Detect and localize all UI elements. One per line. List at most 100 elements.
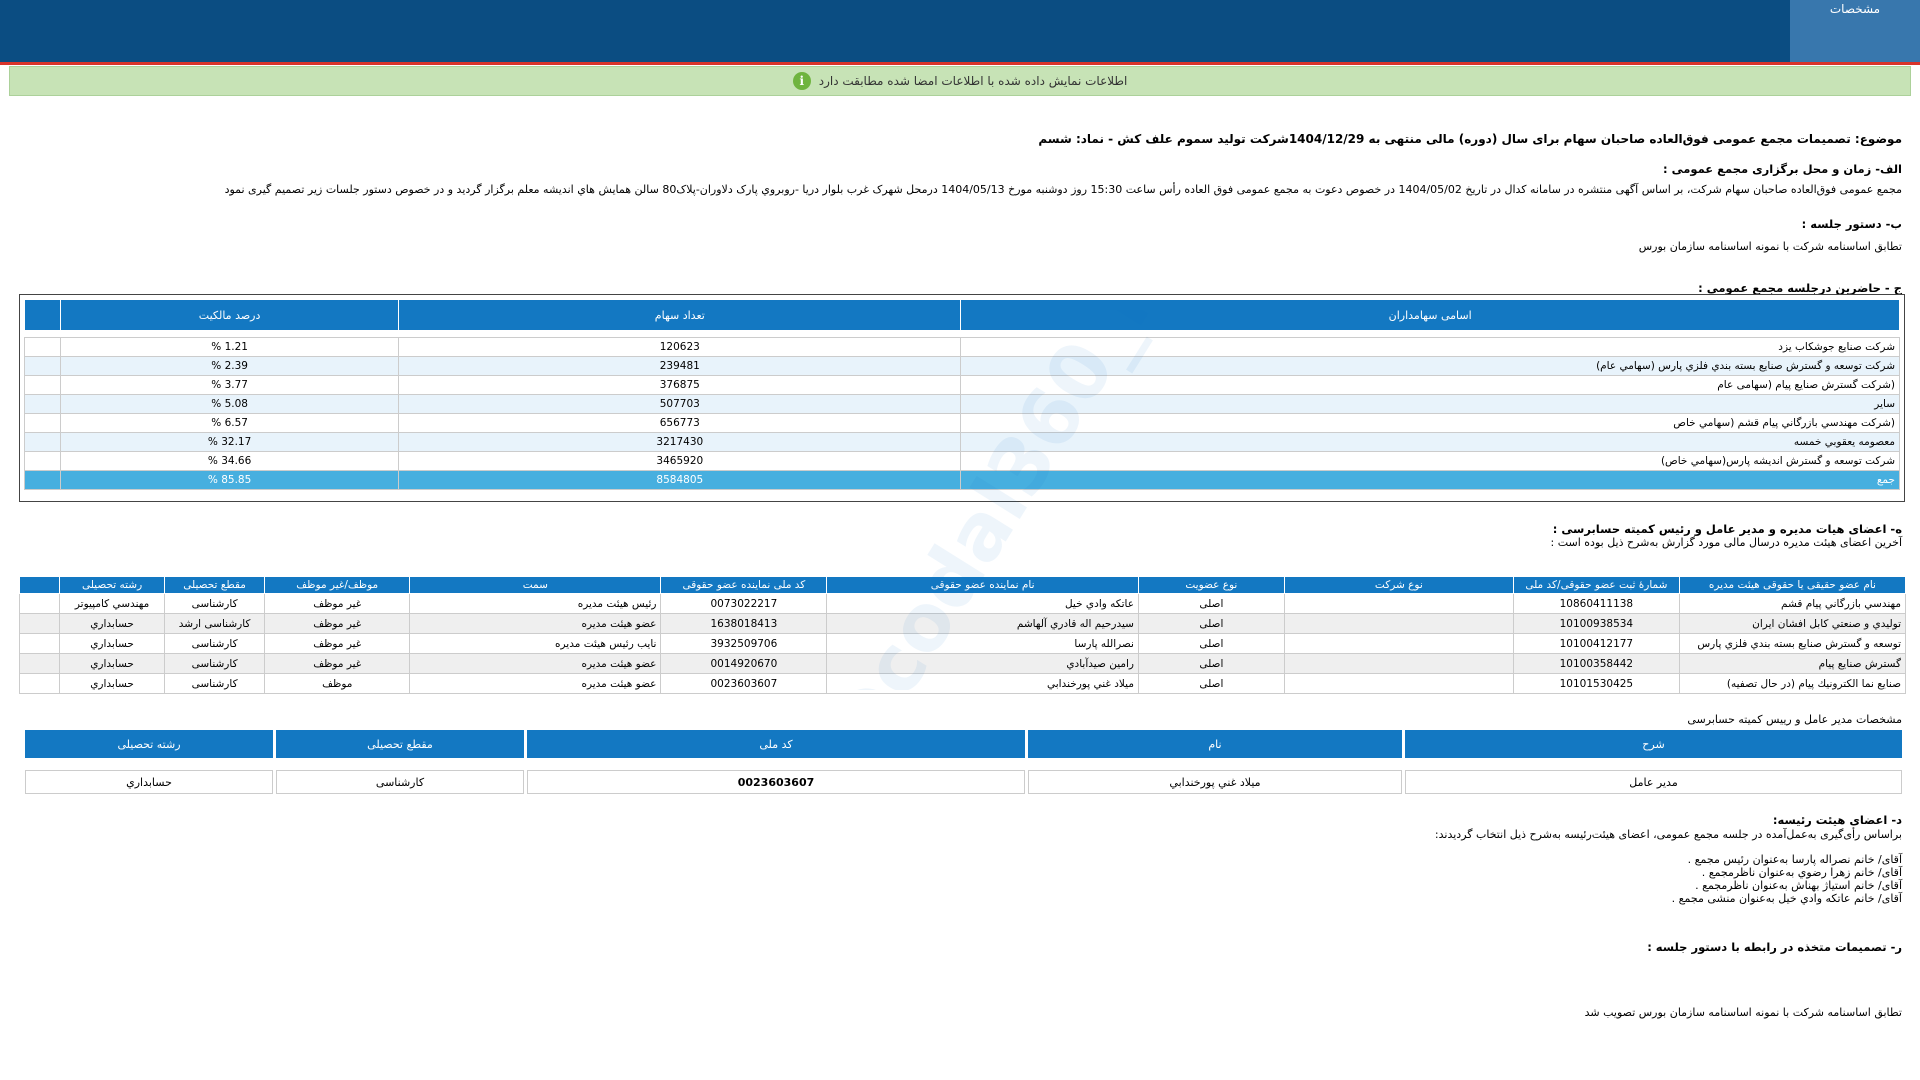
company-type [1283,673,1514,694]
executive-status: غیر موظف [264,593,411,614]
position: عضو هیئت مدیره [409,653,662,674]
table-row: (شرکت گسترش صنايع پيام (سهامی عام 376875… [24,375,1900,395]
membership-type: اصلی [1137,613,1285,634]
representative-name: نصرالله پارسا [826,633,1139,654]
position: نایب رئیس هیئت مدیره [409,633,662,654]
ceo-section-title: مشخصات مدیر عامل و رییس کمیته حسابرسی [1687,713,1902,726]
tab-specs[interactable]: مشخصات [1790,0,1920,62]
representative-id: 0014920670 [660,653,828,674]
company-type [1283,613,1514,634]
position: رئیس هیئت مدیره [409,593,662,614]
share-count: 120623 [398,337,962,357]
col-representative-name: نام نماینده عضو حقوقی [826,576,1139,594]
ceo-national-id: 0023603607 [527,770,1025,794]
section-d-subtitle: آخرین اعضای هیئت مدیره درسال مالی مورد گ… [1550,536,1902,549]
table-row: مهندسي بازرگاني پيام قشم 10860411138 اصل… [18,593,1907,614]
registration-id: 10100412177 [1512,633,1680,654]
total-share-count: 8584805 [398,470,962,490]
representative-name: عاتکه وادي خيل [826,593,1139,614]
share-count: 656773 [398,413,962,433]
col-company-type: نوع شرکت [1283,576,1514,594]
shareholders-table-frame: اسامی سهامداران تعداد سهام درصد مالکیت ش… [19,294,1905,502]
shareholder-name: شرکت توسعه و گسترش انديشه پارس(سهامي خاص… [960,451,1900,471]
top-header: مشخصات [0,0,1920,65]
col-registration-id: شمارۀ ثبت عضو حقوقی/کد ملی [1512,576,1680,594]
shareholder-name: شرکت توسعه و گسترش صنايع بسته بندي فلزي … [960,356,1900,376]
membership-type: اصلی [1137,593,1285,614]
ownership-percent: 3.77 % [59,375,400,395]
section-c-title: ج - حاضرین درجلسه مجمع عمومی : [1698,281,1902,295]
info-message: اطلاعات نمایش داده شده با اطلاعات امضا ش… [818,74,1128,88]
field: حسابداري [59,613,165,634]
shareholder-name: شرکت صنايع جوشکاب يزد [960,337,1900,357]
executive-status: غیر موظف [264,633,411,654]
company-type [1283,593,1514,614]
col-ownership-percent: درصد مالکیت [59,299,400,331]
table-row: صنايع نما الكترونيك پيام (در حال تصفيه) … [18,673,1907,694]
table-row: توليدي و صنعتي كابل افشان ايران 10100938… [18,613,1907,634]
registration-id: 10860411138 [1512,593,1680,614]
representative-id: 3932509706 [660,633,828,654]
share-count: 376875 [398,375,962,395]
company-type [1283,633,1514,654]
col-description: شرح [1405,730,1902,758]
member-name: توسعه و گسترش صنايع بسته بندي فلزي پارس [1678,633,1907,654]
registration-id: 10100358442 [1512,653,1680,674]
membership-type: اصلی [1137,653,1285,674]
col-field: رشته تحصیلی [59,576,165,594]
ceo-name: ميلاد غني پورخندابي [1028,770,1402,794]
col-degree: مقطع تحصیلی [163,576,266,594]
ownership-percent: 1.21 % [59,337,400,357]
share-count: 3217430 [398,432,962,452]
subject-line: موضوع: تصمیمات مجمع عمومی فوق‌العاده صاح… [1038,132,1902,146]
presiding-board-list: آقای/ خانم نصراله پارسا به‌عنوان رئیس مج… [1672,853,1902,905]
representative-name: رامين صيدآبادي [826,653,1139,674]
ceo-degree: کارشناسی [276,770,524,794]
degree: کارشناسی ارشد [163,613,266,634]
member-name: صنايع نما الكترونيك پيام (در حال تصفيه) [1678,673,1907,694]
field: مهندسي كامپيوتر [59,593,165,614]
col-shareholder-names: اسامی سهامداران [960,299,1900,331]
member-name: گسترش صنايع پيام [1678,653,1907,674]
table-row: گسترش صنايع پيام 10100358442 اصلی رامين … [18,653,1907,674]
representative-id: 1638018413 [660,613,828,634]
col-share-count: تعداد سهام [398,299,962,331]
membership-type: اصلی [1137,633,1285,654]
ceo-field: حسابداري [25,770,273,794]
ceo-table: شرح نام کد ملی مقطع تحصیلی رشته تحصیلی م… [22,730,1905,794]
registration-id: 10101530425 [1512,673,1680,694]
member-name: مهندسي بازرگاني پيام قشم [1678,593,1907,614]
position: عضو هیئت مدیره [409,673,662,694]
ceo-role: مدیر عامل [1405,770,1902,794]
section-e-intro: براساس رأی‌گیری به‌عمل‌آمده در جلسه مجمع… [1434,828,1902,841]
table-row: شرکت توسعه و گسترش صنايع بسته بندي فلزي … [24,356,1900,376]
info-icon: i [792,72,811,90]
list-item: آقای/ خانم عاتكه وادي خيل به‌عنوان منشی … [1671,892,1902,905]
section-f-title: ر- تصمیمات متخذه در رابطه با دستور جلسه … [1647,940,1902,954]
representative-id: 0023603607 [660,673,828,694]
col-empty [24,299,61,331]
ownership-percent: 5.08 % [59,394,400,414]
shareholder-name: (شرکت گسترش صنايع پيام (سهامی عام [960,375,1900,395]
section-b-title: ب- دستور جلسه : [1801,217,1902,231]
registration-id: 10100938534 [1512,613,1680,634]
col-national-id: کد ملی [527,730,1025,758]
shareholder-name: ساير [960,394,1900,414]
board-members-table: نام عضو حقیقی یا حقوقی هیئت مدیره شمارۀ … [18,576,1907,694]
field: حسابداري [59,653,165,674]
col-representative-id: کد ملی نماینده عضو حقوقی [660,576,828,594]
executive-status: موظف [264,673,411,694]
position: عضو هیئت مدیره [409,613,662,634]
list-item: آقای/ خانم استياژ بهناش به‌عنوان ناظرمجم… [1695,879,1902,892]
list-item: آقای/ خانم نصراله پارسا به‌عنوان رئیس مج… [1687,853,1902,866]
col-executive-status: موظف/غیر موظف [264,576,411,594]
total-row: جمع 8584805 85.85 % [24,470,1900,490]
company-type [1283,653,1514,674]
list-item: آقای/ خانم زهرا رضوي به‌عنوان ناظرمجمع . [1701,866,1902,879]
col-position: سمت [409,576,662,594]
degree: کارشناسی [163,673,266,694]
col-membership-type: نوع عضویت [1137,576,1285,594]
executive-status: غیر موظف [264,653,411,674]
total-ownership-percent: 85.85 % [59,470,400,490]
total-label: جمع [960,470,1900,490]
